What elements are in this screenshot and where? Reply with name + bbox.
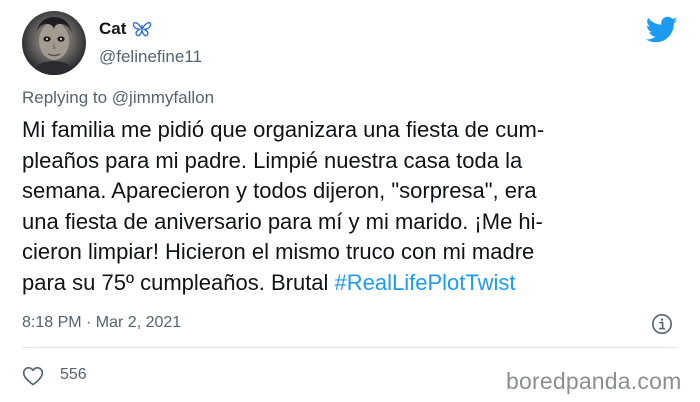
watermark: boredpanda.com	[506, 368, 682, 394]
avatar[interactable]	[22, 11, 86, 75]
heart-icon[interactable]	[22, 366, 44, 386]
tweet-card: Cat @felinefine11 Replying to @jimmyfall…	[0, 0, 700, 402]
tweet-text-line: cieron limpiar! Hicieron el mismo truco …	[22, 239, 535, 264]
butterfly-icon	[133, 21, 152, 37]
replying-to-prefix: Replying to	[22, 88, 112, 107]
twitter-bird-icon[interactable]	[646, 16, 678, 44]
tweet-text-line: una fiesta de aniversario para mí y mi m…	[22, 208, 543, 234]
like-count: 556	[60, 366, 87, 383]
tweet-text-line: Mi familia me pidió que organizara una f…	[22, 117, 545, 142]
avatar-portrait-icon	[32, 17, 76, 75]
reply-target-handle[interactable]: @jimmyfallon	[112, 88, 214, 107]
tweet-text-line: para su 75º cumpleaños. Brutal	[22, 269, 335, 295]
display-name-text: Cat	[99, 19, 127, 38]
info-icon[interactable]	[651, 313, 673, 335]
hashtag-link[interactable]: #RealLifePlotTwist	[335, 270, 516, 295]
tweet-timestamp[interactable]: 8:18 PM · Mar 2, 2021	[22, 314, 181, 332]
tweet-text-line: semana. Aparecieron y todos dijeron, "so…	[22, 178, 537, 203]
user-handle[interactable]: @felinefine11	[99, 47, 202, 67]
divider	[22, 347, 678, 348]
tweet-text-line: pleaños para mi padre. Limpié nuestra ca…	[22, 147, 523, 173]
display-name[interactable]: Cat	[99, 19, 152, 39]
replying-to-line: Replying to @jimmyfallon	[22, 88, 214, 108]
tweet-text-last-line: para su 75º cumpleaños. Brutal #RealLife…	[22, 268, 662, 299]
tweet-text: Mi familia me pidió que organizara una f…	[22, 115, 662, 298]
